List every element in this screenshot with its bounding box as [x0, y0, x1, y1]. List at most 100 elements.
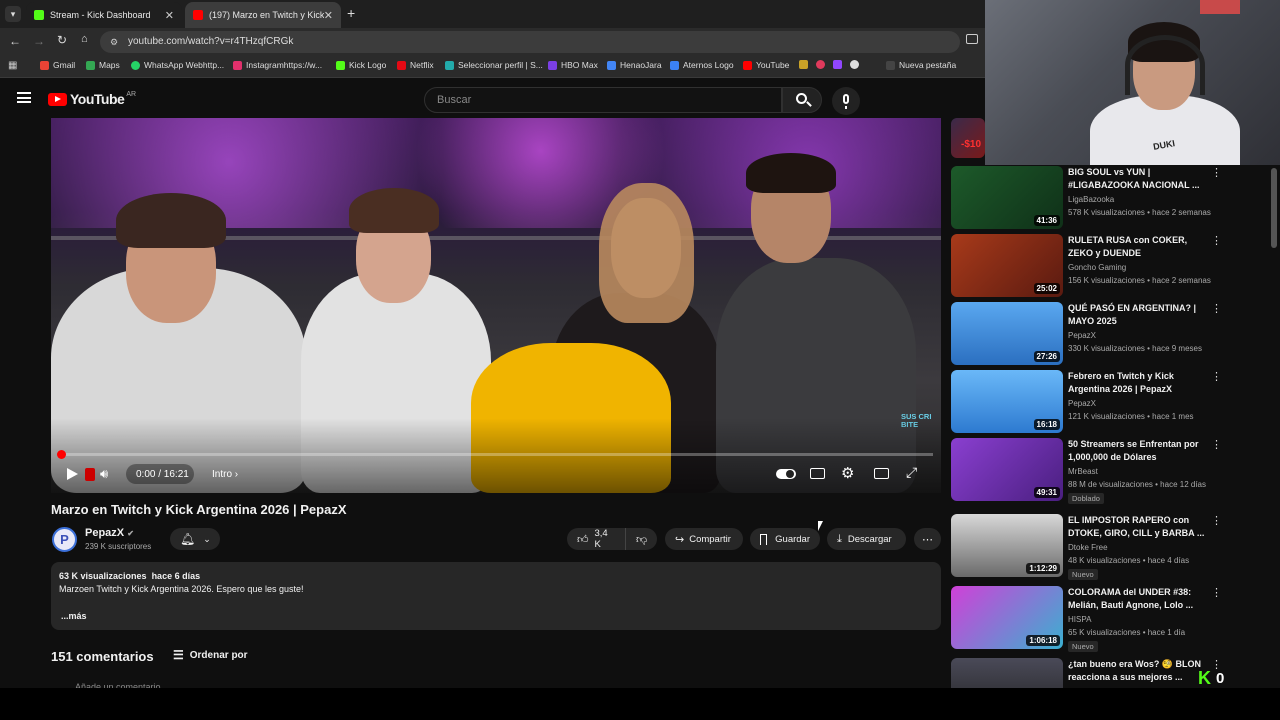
recommendation-channel[interactable]: MrBeast	[1068, 467, 1098, 476]
duration-badge: 1:12:29	[1026, 563, 1060, 574]
notification-bell-button[interactable]: 🔔︎ ⌄	[170, 528, 220, 550]
bookmark-instagram[interactable]: Instagramhttps://w...	[233, 60, 322, 70]
next-button[interactable]	[85, 468, 95, 481]
more-vertical-icon[interactable]: ⋮	[1211, 370, 1222, 383]
video-thumbnail[interactable]: 41:36	[951, 166, 1063, 229]
recommendation-channel[interactable]: Goncho Gaming	[1068, 263, 1126, 272]
channel-name[interactable]: PepazX ✔	[85, 527, 134, 539]
home-icon[interactable]: ⌂	[81, 33, 88, 45]
recommended-video[interactable]: 16:18 Febrero en Twitch y Kick Argentina…	[951, 370, 1251, 434]
download-button[interactable]: ⤓ Descargar	[827, 528, 906, 550]
reload-icon[interactable]: ↻	[57, 33, 67, 47]
cast-icon[interactable]	[966, 34, 978, 44]
save-button[interactable]: Guardar	[750, 528, 820, 550]
sort-comments-button[interactable]: ☰ Ordenar por	[173, 648, 248, 662]
more-vertical-icon[interactable]: ⋮	[1211, 586, 1222, 599]
bookmark-whatsapp[interactable]: WhatsApp Webhttp...	[131, 60, 224, 70]
recommended-video[interactable]: 41:36 BIG SOUL vs YUN | #LIGABAZOOKA NAC…	[951, 166, 1251, 230]
recommended-video[interactable]: 1:12:29 EL IMPOSTOR RAPERO con DTOKE, GI…	[951, 514, 1251, 580]
description-box[interactable]: 63 K visualizaciones hace 6 días Marzoen…	[51, 562, 941, 630]
video-person-hair	[599, 183, 694, 323]
recommendation-channel[interactable]: Dtoke Free	[1068, 543, 1108, 552]
bookmark-hbo-max[interactable]: HBO Max	[548, 60, 598, 70]
bookmark-aternos[interactable]: Aternos Logo	[670, 60, 734, 70]
video-thumbnail[interactable]: 25:02	[951, 234, 1063, 297]
video-thumbnail[interactable]	[951, 658, 1063, 688]
search-input[interactable]: Buscar	[424, 87, 782, 113]
tab-youtube-video[interactable]: (197) Marzo en Twitch y Kick Ar ✕	[185, 2, 341, 28]
volume-icon[interactable]: 🔊︎	[100, 466, 108, 482]
more-vertical-icon[interactable]: ⋮	[1211, 166, 1222, 179]
more-vertical-icon[interactable]: ⋮	[1211, 438, 1222, 451]
bookmark-maps[interactable]: Maps	[86, 60, 120, 70]
recommendation-channel[interactable]: HISPA	[1068, 615, 1091, 624]
recommendation-title[interactable]: ¿tan bueno era Wos? 🧐 BLON reacciona a s…	[1068, 658, 1208, 684]
dislike-button[interactable]: 👎︎	[625, 528, 657, 550]
progress-bar[interactable]	[57, 450, 933, 459]
recommendation-title[interactable]: 50 Streamers se Enfrentan por 1,000,000 …	[1068, 438, 1208, 464]
kick-count: 0	[1216, 670, 1225, 687]
recommended-video[interactable]: 1:06:18 COLORAMA del UNDER #38: Melián, …	[951, 586, 1251, 652]
bookmark-gmail[interactable]: Gmail	[40, 60, 75, 70]
new-badge: Nuevo	[1068, 569, 1098, 580]
bookmark-netflix[interactable]: Netflix	[397, 60, 434, 70]
chapter-button[interactable]: Intro ›	[212, 469, 238, 480]
forward-arrow-icon[interactable]: →	[33, 34, 45, 48]
play-button[interactable]	[67, 468, 78, 480]
site-info-icon[interactable]: ⚙	[110, 31, 118, 53]
search-button[interactable]	[782, 87, 822, 113]
subtitles-icon[interactable]	[810, 468, 825, 479]
recommended-video[interactable]: 49:31 50 Streamers se Enfrentan por 1,00…	[951, 438, 1251, 504]
address-bar[interactable]: ⚙ youtube.com/watch?v=r4THzqfCRGk	[100, 31, 960, 53]
autoplay-toggle[interactable]	[776, 469, 796, 479]
recommendation-title[interactable]: RULETA RUSA con COKER, ZEKO y DUENDE	[1068, 234, 1208, 260]
channel-avatar[interactable]: P	[52, 527, 77, 552]
more-vertical-icon[interactable]: ⋮	[1211, 234, 1222, 247]
video-thumbnail[interactable]: 1:06:18	[951, 586, 1063, 649]
comments-count: 151 comentarios	[51, 649, 154, 664]
recommended-video[interactable]: 25:02 RULETA RUSA con COKER, ZEKO y DUEN…	[951, 234, 1251, 298]
apps-grid-icon[interactable]: ▦	[8, 60, 17, 71]
more-vertical-icon[interactable]: ⋮	[1211, 514, 1222, 527]
fullscreen-icon[interactable]: ⤢	[906, 464, 917, 481]
close-tab-icon[interactable]: ✕	[324, 9, 333, 22]
recommendation-title[interactable]: QUÉ PASÓ EN ARGENTINA? | MAYO 2025	[1068, 302, 1208, 328]
recommendation-title[interactable]: Febrero en Twitch y Kick Argentina 2026 …	[1068, 370, 1208, 396]
youtube-logo[interactable]: YouTube AR	[48, 91, 136, 107]
video-player[interactable]: SUS CRI BITE 🔊︎ 0:00 / 16:21 Intro › ⚙ ⤢	[51, 118, 941, 493]
show-more-link[interactable]: ...más	[61, 611, 87, 621]
microphone-button[interactable]	[832, 87, 860, 115]
share-button[interactable]: ↪ Compartir	[665, 528, 743, 550]
recommended-video[interactable]: 27:26 QUÉ PASÓ EN ARGENTINA? | MAYO 2025…	[951, 302, 1251, 366]
new-tab-button[interactable]: +	[347, 5, 355, 21]
recommendation-channel[interactable]: LigaBazooka	[1068, 195, 1114, 204]
miniplayer-icon[interactable]	[874, 468, 889, 479]
video-thumbnail[interactable]: 16:18	[951, 370, 1063, 433]
bookmark-kick[interactable]: Kick Logo	[336, 60, 386, 70]
like-button[interactable]: 👍︎ 3,4 K	[567, 528, 625, 550]
recommendation-title[interactable]: EL IMPOSTOR RAPERO con DTOKE, GIRO, CILL…	[1068, 514, 1208, 540]
bookmark-nueva-pestana[interactable]: Nueva pestaña	[886, 60, 956, 70]
bookmark-henaojara[interactable]: HenaoJara	[607, 60, 662, 70]
recommendation-title[interactable]: COLORAMA del UNDER #38: Melián, Bauti Ag…	[1068, 586, 1208, 612]
bookmark-youtube[interactable]: YouTube	[743, 60, 789, 70]
tab-list-button[interactable]: ▾	[5, 6, 21, 22]
progress-scrubber[interactable]	[57, 450, 66, 459]
close-tab-icon[interactable]: ✕	[165, 9, 174, 22]
video-thumbnail[interactable]: 49:31	[951, 438, 1063, 501]
settings-gear-icon[interactable]: ⚙	[841, 464, 854, 482]
more-vertical-icon[interactable]: ⋮	[1211, 302, 1222, 315]
menu-hamburger-icon[interactable]	[17, 92, 31, 103]
recommendation-channel[interactable]: PepazX	[1068, 399, 1096, 408]
back-arrow-icon[interactable]: ←	[9, 34, 21, 48]
recommendation-channel[interactable]: PepazX	[1068, 331, 1096, 340]
sidebar-scrollbar[interactable]	[1271, 168, 1277, 248]
more-actions-button[interactable]: ⋯	[914, 528, 941, 550]
bookmark-extra-icons[interactable]	[799, 60, 863, 69]
video-thumbnail[interactable]: 1:12:29	[951, 514, 1063, 577]
bookmark-seleccionar-perfil[interactable]: Seleccionar perfil | S...	[445, 60, 543, 70]
youtube-icon	[743, 60, 752, 70]
recommendation-title[interactable]: BIG SOUL vs YUN | #LIGABAZOOKA NACIONAL …	[1068, 166, 1208, 192]
video-thumbnail[interactable]: 27:26	[951, 302, 1063, 365]
tab-kick-dashboard[interactable]: Stream - Kick Dashboard ✕	[26, 2, 182, 28]
